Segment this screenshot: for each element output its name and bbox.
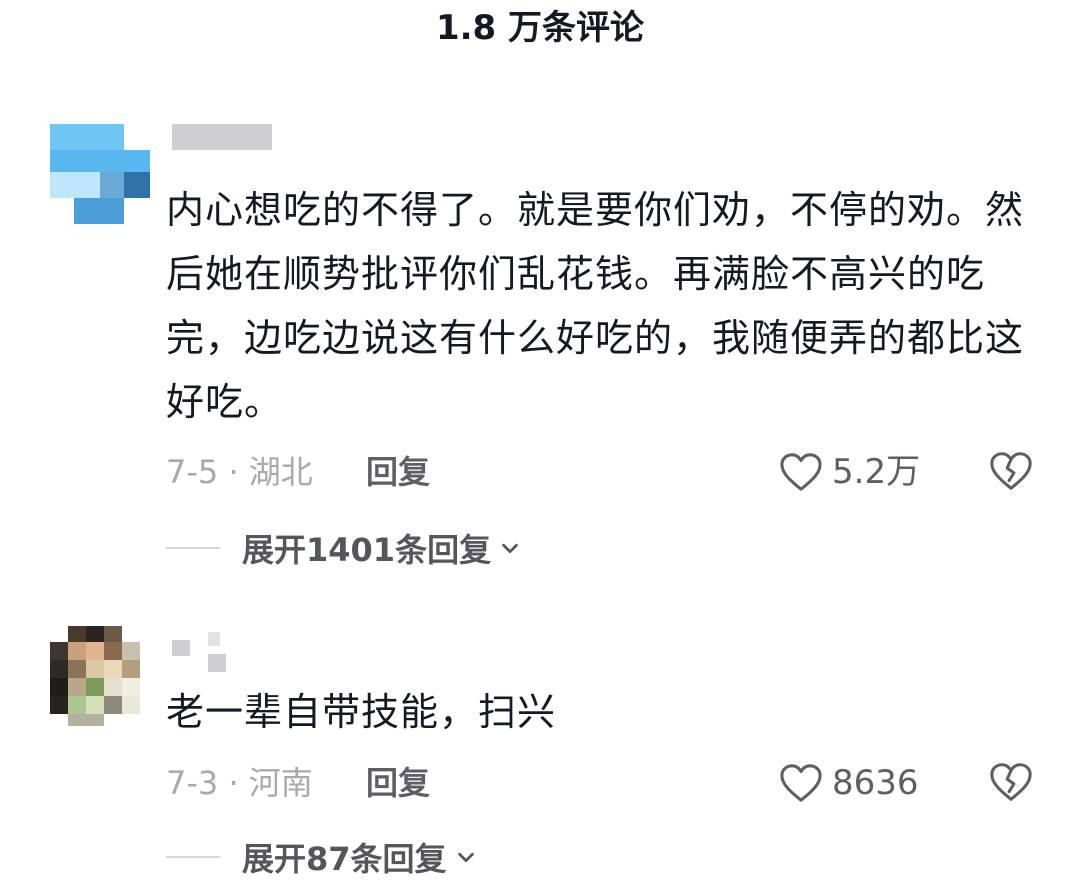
comment-text: 内心想吃的不得了。就是要你们劝，不停的劝。然后她在顺势批评你们乱花钱。再满脸不高… [166,188,1025,424]
expand-replies-label: 展开1401条回复 [242,531,492,569]
heart-outline-icon [780,453,822,491]
comment-meta: 7-5 · 湖北 回复 5.2万 [166,447,1046,497]
reply-button[interactable]: 回复 [366,447,430,497]
comments-header: 1.8 万条评论 [0,0,1080,60]
chevron-down-icon [457,852,474,863]
expand-replies-button[interactable]: 展开1401条回复 [166,528,521,569]
broken-heart-icon[interactable] [988,449,1034,493]
comment-count-title: 1.8 万条评论 [435,8,645,48]
comment-meta: 7-3 · 河南 回复 8636 [166,758,1046,808]
chevron-down-icon [502,543,518,554]
like-button[interactable]: 8636 [778,758,919,808]
divider-line [166,856,220,858]
avatar[interactable] [50,626,140,726]
broken-heart-icon[interactable] [988,760,1034,804]
comment-date-location: 7-5 · 湖北 [166,453,313,491]
divider-line [166,547,220,549]
heart-outline-icon [780,764,822,802]
comment-text: 老一辈自带技能，扫兴 [166,690,557,734]
expand-replies-label: 展开87条回复 [242,840,447,878]
expand-replies-button[interactable]: 展开87条回复 [166,837,477,878]
like-button[interactable]: 5.2万 [778,447,920,497]
comment-date-location: 7-3 · 河南 [166,764,313,802]
like-count: 5.2万 [832,452,921,492]
reply-button[interactable]: 回复 [366,758,430,808]
avatar[interactable] [50,124,150,224]
like-count: 8636 [832,763,919,803]
